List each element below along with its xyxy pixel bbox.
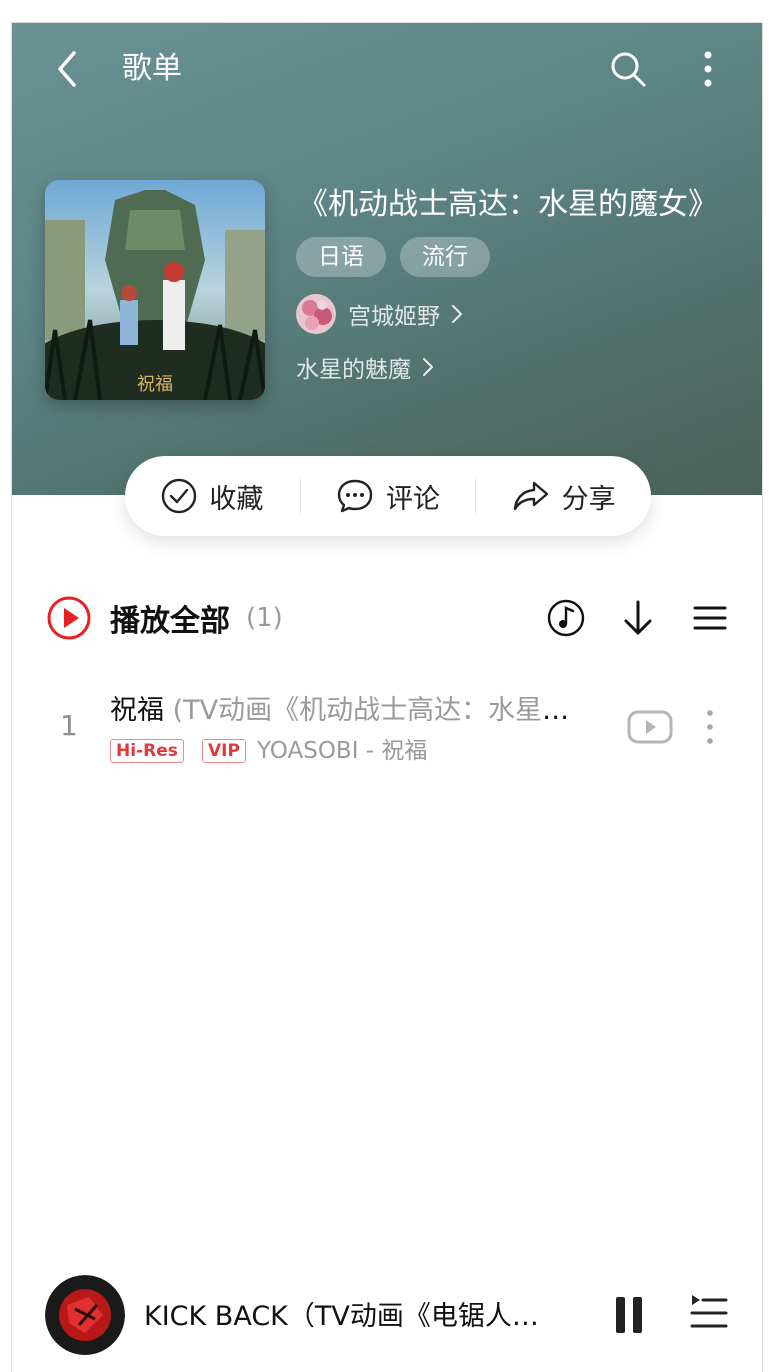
comment-label: 评论 <box>386 483 440 515</box>
download-button[interactable] <box>618 597 658 639</box>
chevron-right-icon <box>451 304 463 324</box>
queue-icon <box>690 1295 728 1328</box>
more-vertical-icon <box>704 51 712 87</box>
collect-label: 收藏 <box>209 483 264 515</box>
creator-name: 宫城姬野 <box>348 304 440 330</box>
mini-player: KICK BACK（TV动画《电锯人》片头曲） <box>12 1271 762 1372</box>
track-number: 1 <box>60 709 78 742</box>
chevron-right-icon <box>422 357 434 377</box>
playlist-queue-button[interactable] <box>688 1293 730 1333</box>
pause-icon <box>616 1297 642 1333</box>
search-button[interactable] <box>608 49 648 89</box>
video-play-icon <box>627 710 673 744</box>
action-bar: 收藏 评论 分享 <box>125 456 651 536</box>
tag-pop[interactable]: 流行 <box>400 237 490 277</box>
mv-button[interactable] <box>627 709 673 745</box>
song-artist: YOASOBI - 祝福 <box>257 738 428 764</box>
album-name: 水星的魅魔 <box>296 357 411 383</box>
now-playing-artwork[interactable] <box>45 1275 125 1355</box>
multi-select-button[interactable] <box>690 597 730 639</box>
playlist-cover[interactable]: 祝福 <box>45 180 265 400</box>
now-playing-title[interactable]: KICK BACK（TV动画《电锯人》片头曲） <box>144 1297 564 1337</box>
album-link[interactable]: 水星的魅魔 <box>296 349 435 385</box>
vip-badge: VIP <box>202 739 246 763</box>
play-circle-icon <box>47 596 91 640</box>
song-name: 祝福 <box>110 695 164 726</box>
avatar <box>296 294 336 334</box>
music-note-button[interactable] <box>546 597 586 639</box>
top-bar: 歌单 <box>12 23 762 115</box>
song-more-button[interactable] <box>702 707 718 747</box>
creator-link[interactable]: 宫城姬野 <box>296 294 464 334</box>
comment-button[interactable]: 评论 <box>301 456 476 536</box>
pause-button[interactable] <box>612 1293 646 1337</box>
music-note-icon <box>547 599 585 637</box>
collect-button[interactable]: 收藏 <box>125 456 300 536</box>
back-button[interactable] <box>52 49 86 89</box>
comment-icon <box>337 479 373 513</box>
list-toolbar: 播放全部 (1) <box>12 583 762 653</box>
menu-lines-icon <box>693 606 727 630</box>
share-icon <box>513 481 548 511</box>
play-all-label: 播放全部 <box>110 604 230 639</box>
check-circle-icon <box>162 478 197 514</box>
download-arrow-icon <box>624 600 652 635</box>
share-label: 分享 <box>561 483 616 515</box>
tag-japanese[interactable]: 日语 <box>296 237 386 277</box>
table-row[interactable]: 1 祝福 (TV动画《机动战士高达：水星的魔女》片头曲) Hi-Res VIP … <box>12 687 762 777</box>
track-count: (1) <box>246 603 283 633</box>
play-all-button[interactable]: 播放全部 (1) <box>46 595 283 641</box>
page-title: 歌单 <box>122 51 182 86</box>
chevron-left-icon <box>58 51 76 87</box>
hires-badge: Hi-Res <box>110 739 184 763</box>
playlist-page: 歌单 祝福 《机动战士高达：水星的魔女》 日语 流行 宫城姬野 水星的魅魔 收藏… <box>11 22 763 1372</box>
song-subtitle: (TV动画《机动战士高达：水星的魔女》片头曲) <box>172 695 590 726</box>
share-button[interactable]: 分享 <box>476 456 651 536</box>
search-icon <box>611 52 646 87</box>
cover-title-text: 祝福 <box>137 374 173 395</box>
playlist-title: 《机动战士高达：水星的魔女》 <box>298 187 718 222</box>
more-vertical-icon <box>707 710 713 744</box>
playlist-header: 歌单 祝福 《机动战士高达：水星的魔女》 日语 流行 宫城姬野 水星的魅魔 <box>12 23 762 495</box>
song-title: 祝福 (TV动画《机动战士高达：水星的魔女》片头曲) <box>110 691 590 731</box>
cover-artwork: 祝福 <box>45 180 265 400</box>
more-options-button[interactable] <box>694 47 722 91</box>
